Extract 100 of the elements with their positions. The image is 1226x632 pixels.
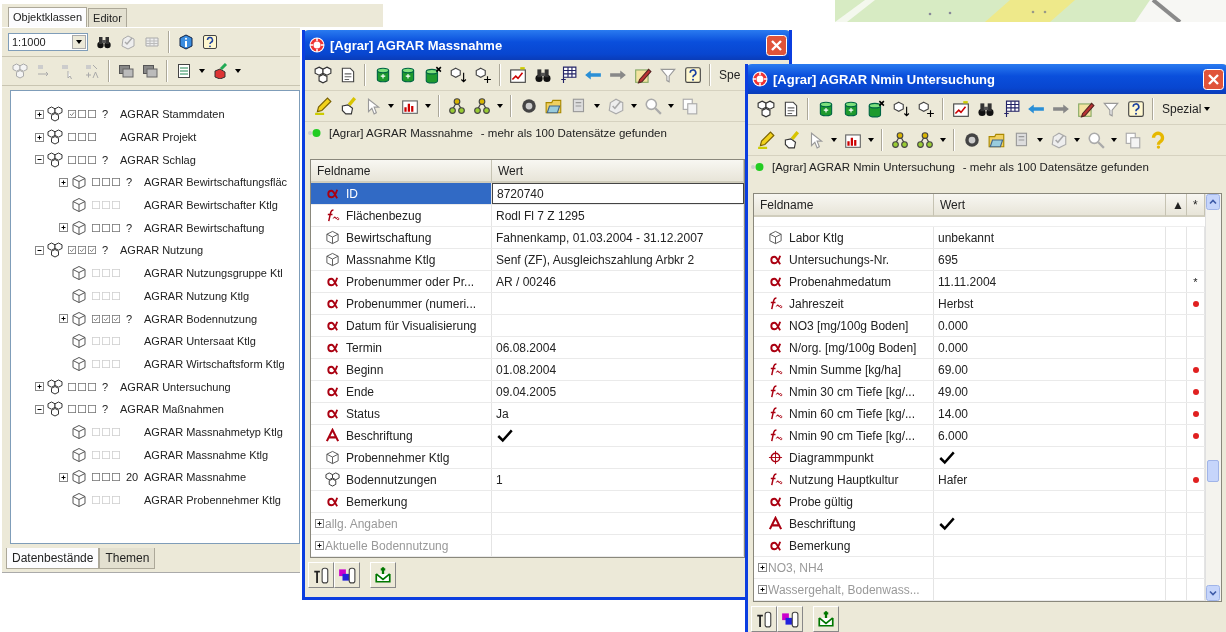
edit-icon[interactable] bbox=[633, 66, 652, 84]
cubes-icon[interactable] bbox=[313, 66, 332, 84]
tab[interactable]: Datenbestände bbox=[6, 548, 100, 569]
filter-icon[interactable] bbox=[658, 66, 677, 84]
chart-icon[interactable] bbox=[508, 66, 527, 84]
checkbox[interactable] bbox=[112, 178, 120, 187]
checkbox[interactable] bbox=[92, 473, 100, 482]
close-icon[interactable] bbox=[766, 34, 787, 56]
name-cell[interactable]: Datum für Visualisierung bbox=[311, 315, 492, 336]
checklist-icon[interactable] bbox=[606, 97, 625, 115]
arrow-down-icon[interactable] bbox=[1206, 585, 1220, 601]
tree-icon[interactable] bbox=[472, 97, 491, 115]
table-icon[interactable] bbox=[558, 66, 577, 84]
cubes-icon[interactable] bbox=[756, 100, 775, 118]
chart-icon[interactable] bbox=[843, 131, 862, 149]
checkbox[interactable] bbox=[88, 405, 96, 414]
name-cell[interactable]: Bodennutzungen bbox=[311, 469, 492, 490]
checkbox[interactable] bbox=[102, 223, 110, 232]
name-cell[interactable]: ID bbox=[311, 183, 492, 204]
checkbox[interactable] bbox=[112, 223, 120, 232]
name-cell[interactable]: Untersuchungs-Nr. bbox=[754, 249, 934, 270]
name-cell[interactable]: Ende bbox=[311, 381, 492, 402]
checkbox[interactable] bbox=[88, 155, 96, 164]
menu-label[interactable]: Spezial bbox=[1162, 102, 1202, 116]
name-cell[interactable]: Probenummer oder Pr... bbox=[311, 271, 492, 292]
name-cell[interactable]: Beschriftung bbox=[754, 513, 934, 534]
tree-icon[interactable] bbox=[890, 131, 909, 149]
checkbox[interactable] bbox=[68, 246, 76, 255]
tree-icon[interactable] bbox=[447, 97, 466, 115]
name-cell[interactable]: Bewirtschaftung bbox=[311, 227, 492, 248]
tree-item-label[interactable]: AGRAR Stammdaten bbox=[120, 108, 225, 121]
toolbar-button[interactable] bbox=[308, 562, 334, 588]
chart-icon[interactable] bbox=[400, 97, 419, 115]
checkbox[interactable] bbox=[88, 110, 96, 119]
folder-icon[interactable] bbox=[987, 131, 1006, 149]
help-icon[interactable] bbox=[1126, 100, 1145, 118]
binoculars-icon[interactable] bbox=[533, 66, 552, 84]
column-header[interactable]: Wert bbox=[934, 194, 1166, 217]
checkbox[interactable] bbox=[78, 246, 86, 255]
expand-icon[interactable] bbox=[35, 132, 44, 142]
collapse-icon[interactable] bbox=[35, 245, 44, 255]
name-cell[interactable]: Probenahmedatum bbox=[754, 271, 934, 292]
brush-icon[interactable] bbox=[212, 63, 228, 79]
name-cell[interactable]: NO3 [mg/100g Boden] bbox=[754, 315, 934, 336]
name-cell[interactable]: Jahreszeit bbox=[754, 293, 934, 314]
window-icon[interactable] bbox=[142, 63, 158, 79]
checkbox[interactable] bbox=[112, 473, 120, 482]
expand-icon[interactable] bbox=[59, 177, 68, 187]
column-header[interactable]: Wert bbox=[492, 160, 744, 183]
tree-item-label[interactable]: AGRAR Massnahme bbox=[144, 471, 247, 484]
toolbar-button[interactable] bbox=[777, 606, 803, 632]
expand-icon[interactable] bbox=[315, 519, 324, 528]
database-icon[interactable] bbox=[423, 66, 442, 84]
expand-icon[interactable] bbox=[59, 472, 68, 482]
list-icon[interactable] bbox=[176, 63, 192, 79]
checkbox[interactable] bbox=[78, 155, 86, 164]
expand-icon[interactable] bbox=[758, 585, 767, 594]
tree-item-label[interactable]: AGRAR Nutzung bbox=[120, 244, 204, 257]
copy-icon[interactable] bbox=[680, 97, 699, 115]
checkbox[interactable] bbox=[112, 314, 120, 323]
tree-item-label[interactable]: AGRAR Untersuchung bbox=[120, 380, 231, 393]
name-cell[interactable]: Probe gültig bbox=[754, 491, 934, 512]
cube-icon[interactable] bbox=[916, 100, 935, 118]
zoom-icon[interactable] bbox=[1086, 131, 1105, 149]
tree-icon[interactable] bbox=[915, 131, 934, 149]
checkbox[interactable] bbox=[68, 110, 76, 119]
column-header[interactable]: ▲ bbox=[1166, 194, 1187, 217]
magnifier-icon[interactable] bbox=[962, 131, 981, 149]
expand-icon[interactable] bbox=[35, 109, 44, 119]
toolbar-button[interactable] bbox=[751, 606, 777, 632]
checkbox[interactable] bbox=[68, 405, 76, 414]
copy-icon[interactable] bbox=[1123, 131, 1142, 149]
close-icon[interactable] bbox=[1203, 68, 1224, 90]
name-cell[interactable]: Massnahme Ktlg bbox=[311, 249, 492, 270]
pencil-icon[interactable] bbox=[313, 97, 332, 115]
tab[interactable]: Editor bbox=[88, 8, 127, 27]
checklist-icon[interactable] bbox=[120, 34, 136, 50]
name-cell[interactable]: Beginn bbox=[311, 359, 492, 380]
checkbox[interactable] bbox=[102, 473, 110, 482]
expand-icon[interactable] bbox=[35, 382, 44, 392]
cube-icon[interactable] bbox=[448, 66, 467, 84]
tree-item-label[interactable]: AGRAR Bewirtschaftungsfläc bbox=[144, 176, 288, 189]
tree-item-label[interactable]: AGRAR Bodennutzung bbox=[144, 312, 258, 325]
checklist-icon[interactable] bbox=[1049, 131, 1068, 149]
name-cell[interactable]: Labor Ktlg bbox=[754, 227, 934, 248]
checkbox[interactable] bbox=[88, 246, 96, 255]
table-icon[interactable] bbox=[1001, 100, 1020, 118]
scale-dropdown[interactable]: 1:1000 bbox=[8, 33, 88, 51]
toolbar-button[interactable] bbox=[334, 562, 360, 588]
tab[interactable]: Objektklassen bbox=[8, 7, 88, 27]
checkbox[interactable] bbox=[88, 382, 96, 391]
name-cell[interactable]: Nutzung Hauptkultur bbox=[754, 469, 934, 490]
checkbox[interactable] bbox=[92, 178, 100, 187]
tree-item-label[interactable]: AGRAR Bewirtschaftung bbox=[144, 221, 265, 234]
name-cell[interactable]: Nmin 90 cm Tiefe [kg/... bbox=[754, 425, 934, 446]
checkbox[interactable] bbox=[92, 314, 100, 323]
checkbox[interactable] bbox=[92, 223, 100, 232]
tab[interactable]: Themen bbox=[99, 548, 156, 569]
binoculars-icon[interactable] bbox=[96, 34, 112, 50]
name-cell[interactable]: Probenummer (numeri... bbox=[311, 293, 492, 314]
